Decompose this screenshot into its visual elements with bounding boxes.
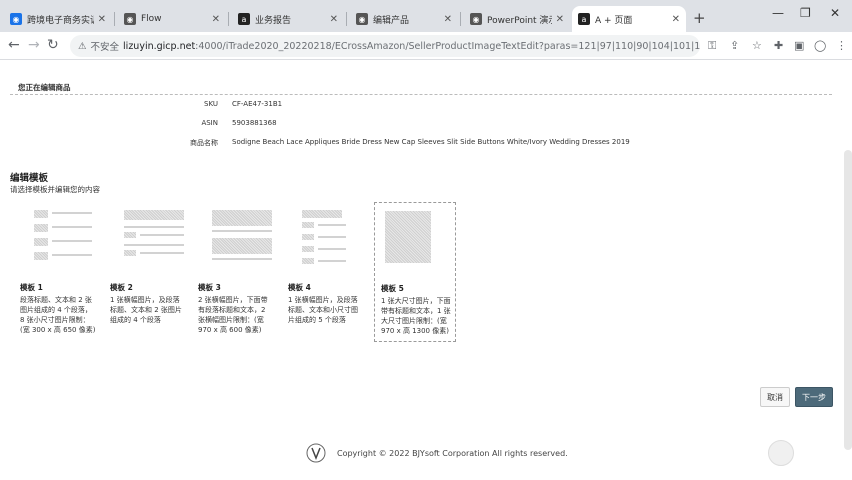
template-5-thumbnail: [385, 211, 445, 271]
close-icon[interactable]: ✕: [98, 14, 106, 25]
tab-divider: [460, 12, 461, 26]
template-name: 模板 2: [110, 283, 133, 292]
new-tab-button[interactable]: +: [693, 9, 706, 27]
template-description: 1 张横幅图片，及段落标题、文本和小尺寸图片组成的 5 个段落: [288, 296, 358, 324]
section-title: 编辑模板: [10, 173, 49, 184]
tab-divider: [228, 12, 229, 26]
template-name: 模板 3: [198, 283, 221, 292]
template-1-thumbnail: [34, 210, 94, 270]
close-icon[interactable]: ✕: [556, 14, 564, 25]
close-icon[interactable]: ✕: [444, 14, 452, 25]
forward-icon[interactable]: →: [28, 37, 40, 53]
reload-icon[interactable]: ↻: [47, 37, 59, 53]
sku-label: SKU: [204, 100, 218, 108]
globe-icon: ◉: [10, 13, 22, 25]
template-card-5[interactable]: 模板 5 1 张大尺寸图片，下面带有标题和文本，1 张大尺寸图片限制：(宽 97…: [374, 202, 456, 342]
back-icon[interactable]: ←: [8, 37, 20, 53]
asin-label: ASIN: [201, 119, 218, 127]
close-icon[interactable]: ✕: [330, 14, 338, 25]
template-4-thumbnail: [302, 210, 362, 270]
tab-business-report[interactable]: a 业务报告 ✕: [232, 6, 344, 32]
tab-label: PowerPoint 演示文稿: [487, 15, 552, 26]
amazon-icon: a: [578, 13, 590, 25]
tab-flow[interactable]: ◉ Flow ✕: [118, 6, 226, 32]
minimize-icon[interactable]: —: [772, 6, 784, 20]
divider: [10, 94, 832, 95]
template-name: 模板 5: [381, 284, 404, 293]
address-bar[interactable]: ⚠ 不安全 lizuyin.gicp.net :4000/iTrade2020_…: [70, 35, 700, 57]
tab-divider: [346, 12, 347, 26]
asin-value: 5903881368: [232, 119, 277, 127]
footer: Copyright © 2022 BJYsoft Corporation All…: [305, 442, 568, 464]
page-content: 您正在编辑商品 SKU CF-AE47-31B1 ASIN 5903881368…: [0, 60, 852, 480]
tab-label: 编辑产品: [373, 15, 410, 26]
close-icon[interactable]: ✕: [212, 14, 220, 25]
template-description: 2 张横幅图片，下面带有段落标题和文本，2 张横幅图片限制：(宽 970 x 高…: [198, 296, 268, 334]
tab-training-platform[interactable]: ◉ 跨境电子商务实训平 ✕: [4, 6, 112, 32]
tab-label: Flow: [141, 14, 162, 24]
sidebar-icon[interactable]: ▣: [794, 39, 804, 52]
template-card-3[interactable]: 模板 3 2 张横幅图片，下面带有段落标题和文本，2 张横幅图片限制：(宽 97…: [198, 202, 278, 335]
close-icon[interactable]: ✕: [672, 14, 680, 25]
floating-action-button[interactable]: [768, 440, 794, 466]
template-card-2[interactable]: 模板 2 1 张横幅图片，及段落标题、文本和 2 张图片组成的 4 个段落: [110, 202, 190, 325]
tab-divider: [114, 12, 115, 26]
security-label: 不安全: [90, 42, 120, 53]
share-icon[interactable]: ⇪: [730, 39, 739, 52]
tab-label: 跨境电子商务实训平: [27, 15, 94, 26]
next-button[interactable]: 下一步: [795, 387, 833, 407]
template-description: 1 张大尺寸图片，下面带有标题和文本，1 张大尺寸图片限制：(宽 970 x 高…: [381, 297, 451, 335]
product-name-label: 商品名称: [190, 139, 218, 147]
key-icon[interactable]: ⚿: [708, 39, 716, 53]
url-host: lizuyin.gicp.net: [123, 40, 196, 52]
product-name-value: Sodigne Beach Lace Appliques Bride Dress…: [232, 138, 630, 146]
tab-label: A + 页面: [595, 15, 633, 26]
template-name: 模板 1: [20, 283, 43, 292]
section-subtitle: 请选择模板并编辑您的内容: [10, 185, 100, 194]
url-path: :4000/iTrade2020_20220218/ECrossAmazon/S…: [195, 40, 700, 52]
template-description: 段落标题、文本和 2 张图片组成的 4 个段落，8 张小尺寸图片限制：(宽 30…: [20, 296, 96, 334]
page-scrollbar[interactable]: [844, 150, 852, 450]
tab-edit-product[interactable]: ◉ 编辑产品 ✕: [350, 6, 458, 32]
copyright-text: Copyright © 2022 BJYsoft Corporation All…: [337, 448, 568, 458]
company-logo-icon: [306, 443, 326, 463]
amazon-icon: a: [238, 13, 250, 25]
template-card-4[interactable]: 模板 4 1 张横幅图片，及段落标题、文本和小尺寸图片组成的 5 个段落: [288, 202, 368, 325]
editing-heading: 您正在编辑商品: [18, 83, 71, 92]
globe-icon: ◉: [470, 13, 482, 25]
warning-icon: ⚠: [78, 40, 87, 52]
cancel-button[interactable]: 取消: [760, 387, 790, 407]
template-description: 1 张横幅图片，及段落标题、文本和 2 张图片组成的 4 个段落: [110, 296, 182, 324]
profile-icon[interactable]: ◯: [814, 39, 826, 52]
template-2-thumbnail: [124, 210, 184, 270]
menu-icon[interactable]: ⋮: [836, 39, 847, 52]
template-card-1[interactable]: 模板 1 段落标题、文本和 2 张图片组成的 4 个段落，8 张小尺寸图片限制：…: [20, 202, 100, 335]
bookmark-star-icon[interactable]: ☆: [752, 39, 762, 52]
tab-aplus-page[interactable]: a A + 页面 ✕: [572, 6, 686, 32]
restore-icon[interactable]: ❐: [800, 6, 811, 20]
tab-powerpoint[interactable]: ◉ PowerPoint 演示文稿 ✕: [464, 6, 570, 32]
globe-icon: ◉: [124, 13, 136, 25]
browser-tab-strip: ◉ 跨境电子商务实训平 ✕ ◉ Flow ✕ a 业务报告 ✕ ◉ 编辑产品 ✕…: [0, 0, 852, 32]
window-close-icon[interactable]: ✕: [830, 6, 840, 20]
template-name: 模板 4: [288, 283, 311, 292]
extensions-icon[interactable]: ✚: [774, 39, 783, 52]
globe-icon: ◉: [356, 13, 368, 25]
sku-value: CF-AE47-31B1: [232, 100, 283, 108]
template-3-thumbnail: [212, 210, 272, 270]
browser-toolbar: ← → ↻ ⚠ 不安全 lizuyin.gicp.net :4000/iTrad…: [0, 32, 852, 60]
tab-label: 业务报告: [255, 15, 292, 26]
